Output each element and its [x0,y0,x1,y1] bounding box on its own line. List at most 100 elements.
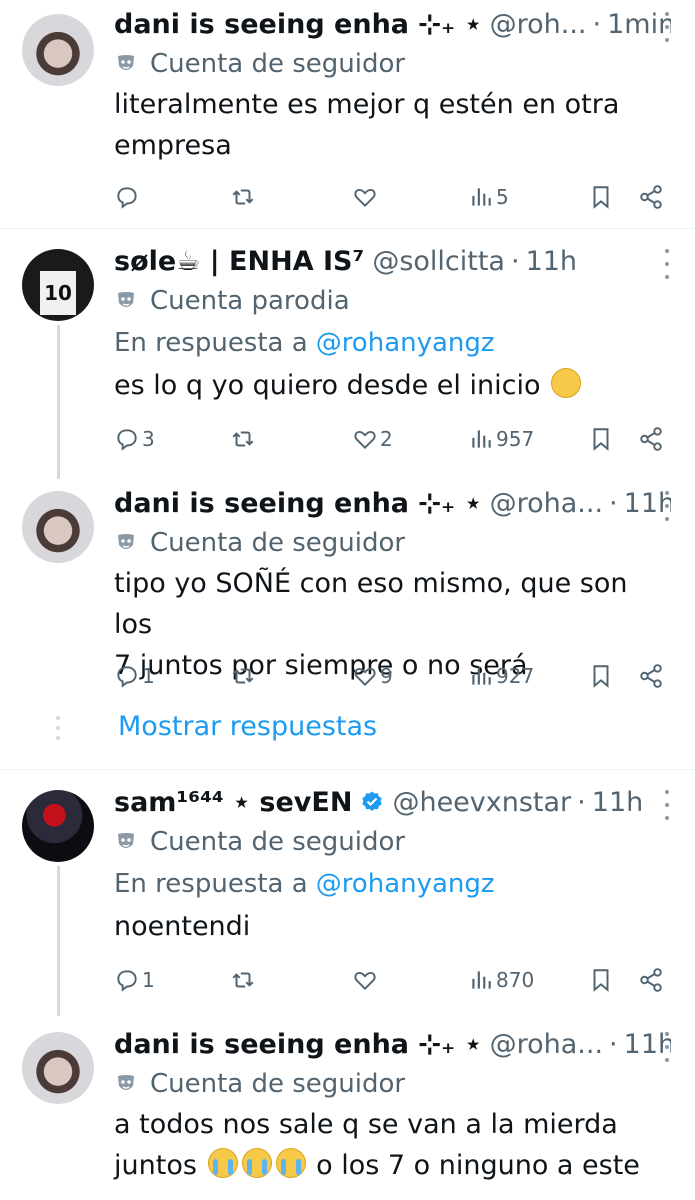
jersey-image: 10 [40,271,76,315]
display-name[interactable]: dani is seeing enha ⊹₊ ⋆ [114,9,482,40]
retweet-button[interactable] [230,422,258,456]
tweet-text: a todos nos sale q se van a la mierda ju… [114,1104,671,1186]
separator: · [609,487,618,519]
tweet-text: literalmente es mejor q estén en otra em… [114,84,671,166]
avatar[interactable] [22,790,94,862]
reply-count: 3 [142,427,155,451]
crying-face-emoji-icon [275,1148,306,1178]
display-name[interactable]: dani is seeing enha ⊹₊ ⋆ [114,1029,482,1060]
timestamp[interactable]: 11h [592,787,643,818]
view-count: 927 [496,664,535,688]
avatar[interactable]: 10 [22,249,94,321]
display-name[interactable]: søle☕︎ | ENHA IS⁷ [114,246,364,277]
more-options-icon[interactable] [663,790,671,820]
mask-icon [118,292,134,307]
mention-link[interactable]: @rohanyangz [316,328,495,358]
more-options-icon[interactable] [663,12,671,42]
bookmark-button[interactable] [588,659,614,693]
views-button[interactable]: 5 [468,180,509,214]
handle[interactable]: @heevxnstar [392,787,571,818]
timestamp[interactable]: 1min [607,9,671,40]
tweet-header: søle☕︎ | ENHA IS⁷ @sollcitta · 11h [114,241,671,281]
bookmark-icon [593,186,609,209]
bookmark-icon [593,665,609,688]
mask-icon [118,1075,134,1090]
reply-icon [117,429,137,451]
mention-link[interactable]: @rohanyangz [316,869,495,899]
views-icon [472,188,491,206]
more-options-icon[interactable] [663,1032,671,1062]
handle[interactable]: @sollcitta [372,246,505,277]
heart-icon [354,188,376,208]
view-count: 5 [496,185,509,209]
views-button[interactable]: 870 [468,963,534,997]
bookmark-button[interactable] [588,963,614,997]
display-name[interactable]: sam¹⁶⁴⁴ ⋆ sevEN [114,787,352,818]
retweet-button[interactable] [230,180,258,214]
share-button[interactable] [638,422,664,456]
timestamp[interactable]: 11h [526,246,577,277]
share-icon [640,968,662,992]
share-button[interactable] [638,180,664,214]
like-button[interactable] [352,180,380,214]
tweet-header: sam¹⁶⁴⁴ ⋆ sevEN @heevxnstar · 11h [114,782,671,822]
avatar[interactable] [22,14,94,86]
handle[interactable]: @roh... [490,9,587,40]
tweet-text-fragment: juntos [114,1150,197,1181]
reply-button[interactable]: 1 [114,963,155,997]
tweet-text-line: literalmente es mejor q estén en otra [114,89,620,120]
tweet[interactable]: sam¹⁶⁴⁴ ⋆ sevEN @heevxnstar · 11h Cuenta… [0,770,695,1016]
share-button[interactable] [638,659,664,693]
tweet-text-line: a todos nos sale q se van a la mierda [114,1109,618,1140]
more-options-icon[interactable] [663,249,671,279]
reply-count: 1 [142,968,155,992]
views-button[interactable]: 957 [468,422,534,456]
more-options-icon[interactable] [663,491,671,521]
tweet[interactable]: dani is seeing enha ⊹₊ ⋆ @roha... · 11h … [0,1014,695,1200]
share-button[interactable] [638,963,664,997]
like-button[interactable]: 9 [352,659,393,693]
retweet-button[interactable] [230,963,258,997]
tweet-text-line: empresa [114,130,232,161]
views-icon [472,430,491,448]
handle[interactable]: @roha... [490,488,603,519]
account-label-text: Cuenta de seguidor [150,1069,406,1099]
views-icon [472,667,491,685]
like-button[interactable] [352,963,380,997]
separator: · [577,786,586,818]
reply-to-prefix: En respuesta a [114,328,308,358]
share-icon [640,185,662,209]
handle[interactable]: @roha... [490,1029,603,1060]
account-label: Cuenta de seguidor [114,822,671,862]
reply-button[interactable]: 3 [114,422,155,456]
avatar[interactable] [22,1032,94,1104]
account-label-text: Cuenta de seguidor [150,827,406,857]
tweet[interactable]: dani is seeing enha ⊹₊ ⋆ @roha... · 11h … [0,477,695,707]
like-count: 2 [380,427,393,451]
crying-face-emoji-icon [241,1148,272,1178]
tweet[interactable]: 10 søle☕︎ | ENHA IS⁷ @sollcitta · 11h Cu… [0,229,695,479]
retweet-button[interactable] [230,659,258,693]
retweet-icon [232,668,254,684]
reply-icon [117,666,137,688]
bookmark-button[interactable] [588,180,614,214]
like-button[interactable]: 2 [352,422,393,456]
tweet-header: dani is seeing enha ⊹₊ ⋆ @roha... · 11h [114,1024,671,1064]
crying-face-emoji-icon [207,1148,238,1178]
account-label: Cuenta de seguidor [114,1064,671,1104]
reply-button[interactable] [114,180,142,214]
views-button[interactable]: 927 [468,659,534,693]
account-label: Cuenta de seguidor [114,523,671,563]
reply-button[interactable]: 1 [114,659,155,693]
thread-line [57,866,60,1016]
tweet[interactable]: dani is seeing enha ⊹₊ ⋆ @roh... · 1min … [0,0,695,226]
display-name[interactable]: dani is seeing enha ⊹₊ ⋆ [114,488,482,519]
show-replies-link[interactable]: Mostrar respuestas [118,711,377,742]
bookmark-button[interactable] [588,422,614,456]
separator: · [592,8,602,40]
reply-to-prefix: En respuesta a [114,869,308,899]
tweet-header: dani is seeing enha ⊹₊ ⋆ @roh... · 1min [114,4,671,44]
avatar[interactable] [22,491,94,563]
retweet-icon [232,189,254,205]
tweet-text: es lo q yo quiero desde el inicio [114,365,671,406]
